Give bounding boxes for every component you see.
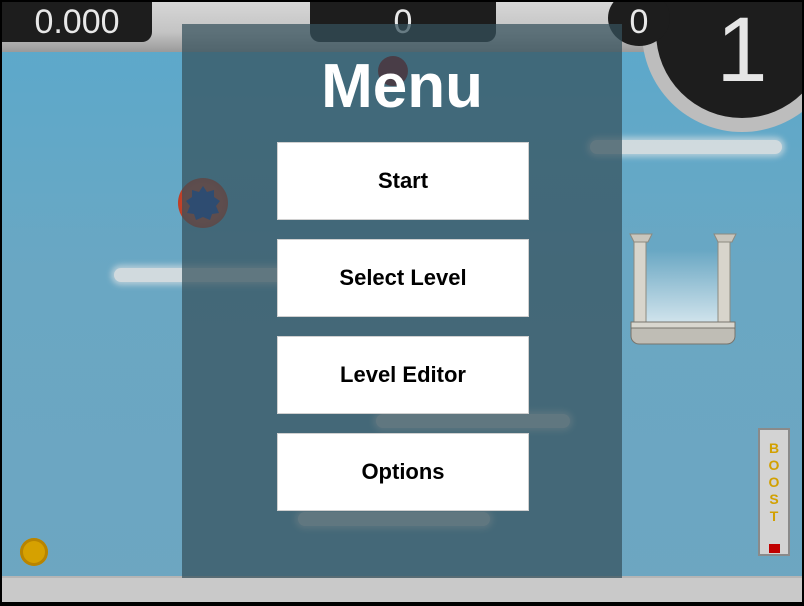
ground-floor bbox=[2, 576, 802, 602]
boost-letter: B bbox=[768, 440, 780, 456]
options-button[interactable]: Options bbox=[277, 433, 529, 511]
boost-meter-icon bbox=[769, 544, 780, 553]
level-number: 1 bbox=[716, 2, 768, 101]
menu-title: Menu bbox=[321, 52, 483, 121]
timer-display: 0.000 bbox=[2, 2, 152, 42]
boost-gauge: B O O S T bbox=[758, 428, 790, 556]
boost-letter: O bbox=[768, 474, 780, 490]
boost-letter: S bbox=[769, 491, 779, 507]
game-stage: 0.000 0 1 0 B O O S T Menu Start Select … bbox=[2, 2, 802, 602]
menu-overlay: Menu Start Select Level Level Editor Opt… bbox=[182, 24, 622, 578]
goal-pillars-icon bbox=[628, 230, 738, 346]
start-button[interactable]: Start bbox=[277, 142, 529, 220]
boost-letter: O bbox=[768, 457, 780, 473]
boost-letter: T bbox=[769, 508, 779, 524]
select-level-button[interactable]: Select Level bbox=[277, 239, 529, 317]
level-editor-button[interactable]: Level Editor bbox=[277, 336, 529, 414]
coin-icon bbox=[20, 538, 48, 566]
